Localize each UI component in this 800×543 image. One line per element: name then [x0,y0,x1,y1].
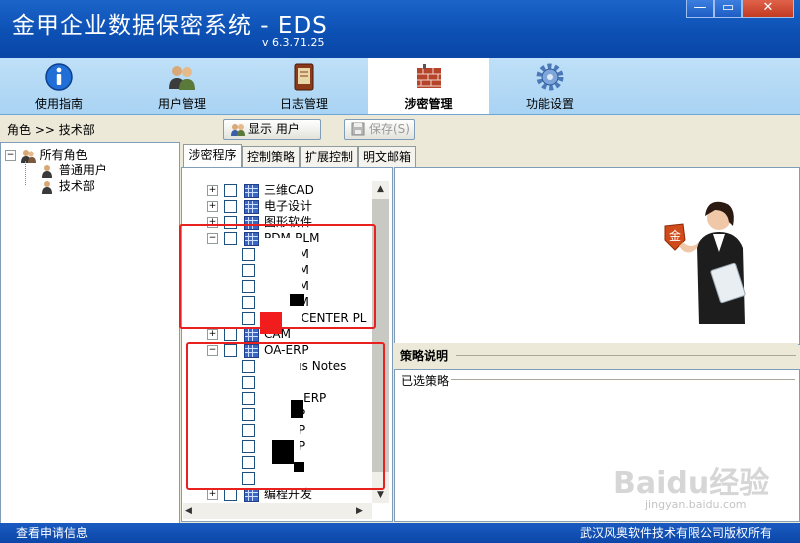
tab-plaintext-mailbox[interactable]: 明文邮箱 [358,146,416,167]
watermark-brand: Baidu经验 [613,466,770,501]
divider [451,379,795,380]
user-icon [42,180,52,194]
maximize-button[interactable]: ▭ [714,0,742,18]
tab-label: 使用指南 [34,97,83,111]
tab-log-management[interactable]: 日志管理 [258,58,350,114]
tab-label: 涉密管理 [404,97,453,111]
scroll-left-arrow-icon[interactable]: ◀ [185,503,199,519]
tab-secret-programs[interactable]: 涉密程序 [183,144,242,167]
tab-function-settings[interactable]: 功能设置 [504,58,596,114]
tree-node-ordinary-users[interactable]: 普通用户 [39,162,107,178]
user-icon [42,164,52,178]
tree-node-label: 三维CAD [264,183,314,197]
expand-toggle[interactable]: + [207,489,218,500]
tab-control-policy[interactable]: 控制策略 [242,146,300,167]
app-version: v 6.3.71.25 [262,36,325,49]
selected-policy-label: 已选策略 [401,374,450,388]
show-users-button[interactable]: 显示 用户 [223,119,321,140]
scroll-up-arrow-icon[interactable]: ▲ [372,181,389,197]
app-title: 金甲企业数据保密系统 - EDS [12,13,328,39]
policy-description-label: 策略说明 [400,349,449,363]
tab-extended-control[interactable]: 扩展控制 [300,146,358,167]
firewall-icon [416,64,441,88]
program-tree-node[interactable]: + 三维CAD [207,182,314,198]
tree-checkbox[interactable] [224,184,237,197]
expand-toggle[interactable]: + [207,185,218,196]
tab-label: 日志管理 [279,97,328,111]
program-group-icon [244,327,259,342]
tree-node-tech-dept[interactable]: 技术部 [39,178,95,194]
save-button[interactable]: 保存(S) [344,119,415,140]
role-group-icon [20,149,36,163]
program-tree-node[interactable]: + 电子设计 [207,198,312,214]
highlight-box-pdm [179,224,376,329]
selected-policy-panel: 已选策略 Baidu经验 jingyan.baidu.com [394,369,800,522]
status-bar: 查看申请信息 武汉风奥软件技术有限公司版权所有 [0,523,800,543]
program-group-icon [244,183,259,198]
tree-node-label: 电子设计 [264,199,313,213]
tab-secret-management[interactable]: 涉密管理 [368,58,489,114]
tree-node-label: 技术部 [58,179,95,193]
log-book-icon [294,63,314,91]
users-icon [169,66,195,90]
info-icon [45,63,73,91]
close-button[interactable]: ✕ [742,0,794,18]
collapse-toggle[interactable]: − [5,150,16,161]
expand-toggle[interactable]: + [207,329,218,340]
tree-node-all-roles[interactable]: − 所有角色 [5,147,88,163]
program-group-icon [244,199,259,214]
tab-user-management[interactable]: 用户管理 [136,58,228,114]
policy-description-header: 策略说明 [394,343,798,367]
tree-checkbox[interactable] [224,328,237,341]
save-label: 保存(S) [369,122,410,136]
tree-node-label: 普通用户 [58,163,107,177]
divider [456,355,796,356]
main-tab-bar: 使用指南 用户管理 日志管理 涉密管理 功能设置 [0,58,800,115]
highlight-box-oa-erp [186,342,385,490]
horizontal-scrollbar[interactable] [183,503,372,519]
svg-text:金: 金 [669,228,681,243]
expand-toggle[interactable]: + [207,201,218,212]
tab-label: 用户管理 [157,97,206,111]
minimize-button[interactable]: — [686,0,714,18]
tree-connector [25,161,27,185]
policy-illustration-panel: 金 [394,167,800,345]
status-left-text[interactable]: 查看申请信息 [16,523,88,543]
watermark-url: jingyan.baidu.com [645,498,747,511]
assistant-woman-illustration: 金 [664,201,746,324]
floppy-disk-icon [351,122,365,136]
users-icon [231,124,245,136]
tree-checkbox[interactable] [224,200,237,213]
role-tree-panel: − 所有角色 普通用户 技术部 [0,142,180,524]
breadcrumb: 角色 >> 技术部 [7,123,95,137]
gear-icon [536,63,564,91]
scroll-right-arrow-icon[interactable]: ▶ [356,503,370,519]
tab-guide[interactable]: 使用指南 [13,58,105,114]
status-copyright: 武汉风奥软件技术有限公司版权所有 [580,526,773,540]
show-users-label: 显示 用户 [248,122,300,136]
tree-node-label: 所有角色 [39,148,88,162]
tab-label: 功能设置 [525,97,574,111]
